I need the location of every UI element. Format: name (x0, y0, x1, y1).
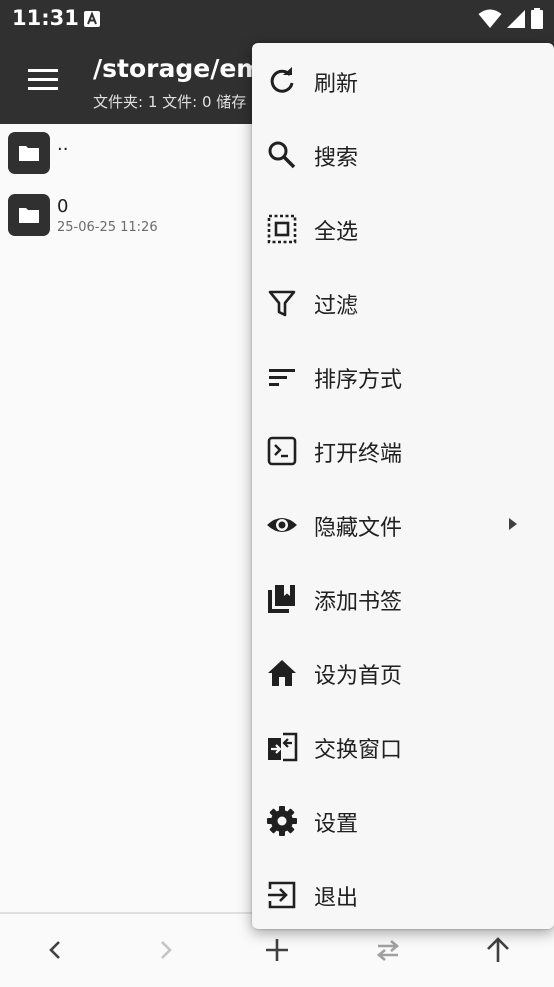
back-icon[interactable] (39, 934, 71, 966)
select-all-icon (267, 214, 297, 244)
search-icon (268, 141, 296, 169)
bookmark-icon (268, 585, 295, 613)
sort-icon (269, 369, 295, 386)
up-icon[interactable] (482, 934, 514, 966)
refresh-icon (270, 67, 294, 93)
folder-icon (8, 194, 50, 236)
menu-item-label: 设为首页 (314, 664, 403, 689)
menu-item-label: 隐藏文件 (314, 516, 403, 541)
exit-icon (268, 881, 296, 909)
folder-icon (8, 132, 50, 174)
file-date: 25-06-25 11:26 (57, 220, 158, 235)
menu-item-label: 排序方式 (314, 368, 403, 393)
file-name: 0 (57, 196, 69, 217)
menu-item-filter[interactable]: 过滤 (252, 265, 554, 339)
forward-icon[interactable] (150, 934, 182, 966)
status-bar: 11:31 (0, 0, 554, 38)
notification-app-icon (84, 11, 100, 27)
add-icon[interactable] (261, 934, 293, 966)
hamburger-menu-icon[interactable] (24, 64, 62, 96)
menu-item-add-bookmark[interactable]: 添加书签 (252, 561, 554, 635)
menu-item-swap-windows[interactable]: 交换窗口 (252, 709, 554, 783)
menu-item-exit[interactable]: 退出 (252, 857, 554, 931)
menu-item-settings[interactable]: 设置 (252, 783, 554, 857)
menu-item-hidden-files[interactable]: 隐藏文件 (252, 487, 554, 561)
wifi-icon (478, 9, 502, 28)
menu-item-sort[interactable]: 排序方式 (252, 339, 554, 413)
menu-item-label: 全选 (314, 220, 359, 245)
menu-item-label: 刷新 (314, 72, 359, 97)
path-info: 文件夹: 1 文件: 0 储存 (93, 93, 247, 111)
menu-item-select-all[interactable]: 全选 (252, 191, 554, 265)
menu-item-terminal[interactable]: 打开终端 (252, 413, 554, 487)
file-name: .. (57, 134, 69, 155)
overflow-menu: 刷新 搜索 全选 过滤 排序方式 打开终端 隐藏文件 添加书签 设为首页 交换窗… (252, 43, 554, 929)
menu-item-label: 添加书签 (314, 590, 403, 615)
menu-item-search[interactable]: 搜索 (252, 117, 554, 191)
menu-item-label: 搜索 (314, 146, 359, 171)
home-icon (268, 660, 296, 686)
filter-icon (268, 290, 296, 317)
menu-item-label: 交换窗口 (314, 738, 403, 763)
menu-item-label: 打开终端 (314, 442, 403, 467)
signal-icon (507, 10, 525, 28)
swap-icon[interactable] (372, 934, 404, 966)
menu-item-refresh[interactable]: 刷新 (252, 43, 554, 117)
gear-icon (267, 806, 297, 836)
battery-icon (531, 8, 543, 29)
menu-item-label: 设置 (314, 812, 359, 837)
status-time: 11:31 (12, 6, 79, 30)
terminal-icon (267, 436, 297, 466)
menu-item-set-home[interactable]: 设为首页 (252, 635, 554, 709)
swap-window-icon (268, 732, 298, 762)
menu-item-label: 过滤 (314, 294, 359, 319)
menu-item-label: 退出 (314, 886, 359, 911)
system-icons (478, 8, 544, 30)
submenu-arrow-icon (509, 518, 517, 530)
eye-icon (267, 518, 297, 532)
